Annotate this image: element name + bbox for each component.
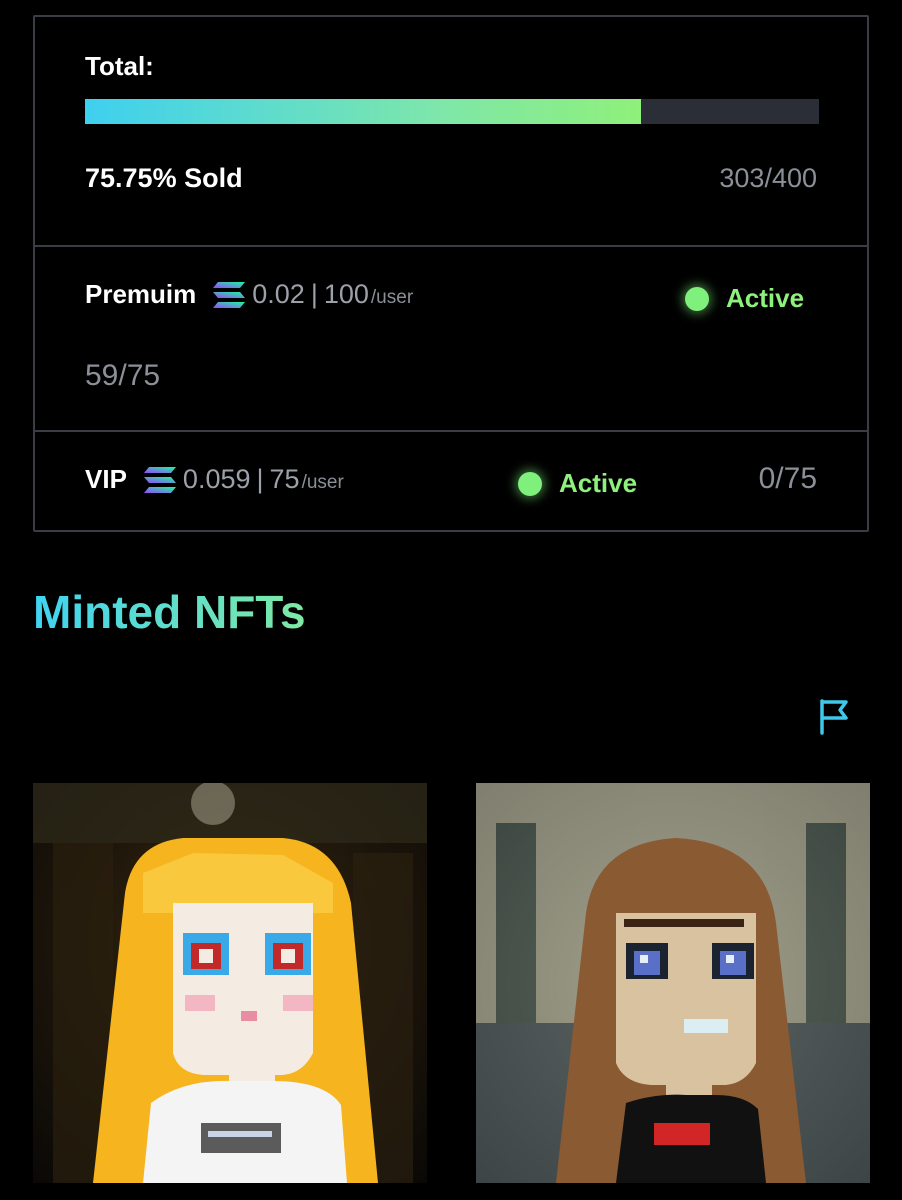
status-dot-icon <box>685 286 709 311</box>
status-dot-icon <box>518 471 542 496</box>
total-label: Total: <box>85 51 154 81</box>
tier-count: 0/75 <box>758 462 817 495</box>
separator: | <box>310 279 318 309</box>
tier-limit: 100 <box>323 279 369 309</box>
flag-icon[interactable] <box>814 695 856 737</box>
tier-price: 0.02 <box>252 279 305 309</box>
status-badge: Active <box>685 283 804 314</box>
tier-premium-row: Premuim 0.02 | 100 /user <box>85 279 413 310</box>
sold-count: 303/400 <box>719 163 817 193</box>
progress-bar-fill <box>85 99 641 124</box>
nft-image <box>33 783 427 1183</box>
tier-count: 59/75 <box>85 359 161 392</box>
separator: | <box>256 464 264 494</box>
mint-progress-panel: Total: 75.75% Sold 303/400 Premuim 0.02 … <box>33 15 869 532</box>
total-section: Total: 75.75% Sold 303/400 <box>35 17 867 247</box>
solana-icon <box>143 466 176 493</box>
tier-premium[interactable]: Premuim 0.02 | 100 /user Active 59/75 <box>35 247 867 432</box>
tier-vip[interactable]: VIP 0.059 | 75 /user Active 0/75 <box>35 432 867 530</box>
status-text: Active <box>726 283 805 313</box>
tier-price: 0.059 <box>182 464 251 494</box>
nft-card[interactable] <box>33 783 427 1183</box>
tier-name: Premuim <box>85 279 197 309</box>
per-user-label: /user <box>370 286 414 308</box>
progress-bar <box>85 99 819 124</box>
solana-icon <box>213 281 246 308</box>
status-badge: Active <box>518 468 637 499</box>
status-text: Active <box>559 468 638 498</box>
nft-card[interactable] <box>476 783 870 1183</box>
nft-image <box>476 783 870 1183</box>
tier-vip-row: VIP 0.059 | 75 /user <box>85 464 344 495</box>
tier-name: VIP <box>85 464 127 494</box>
per-user-label: /user <box>301 471 344 493</box>
minted-nfts-title: Minted NFTs <box>33 586 306 638</box>
tier-limit: 75 <box>269 464 300 494</box>
sold-percentage: 75.75% Sold <box>85 163 243 193</box>
